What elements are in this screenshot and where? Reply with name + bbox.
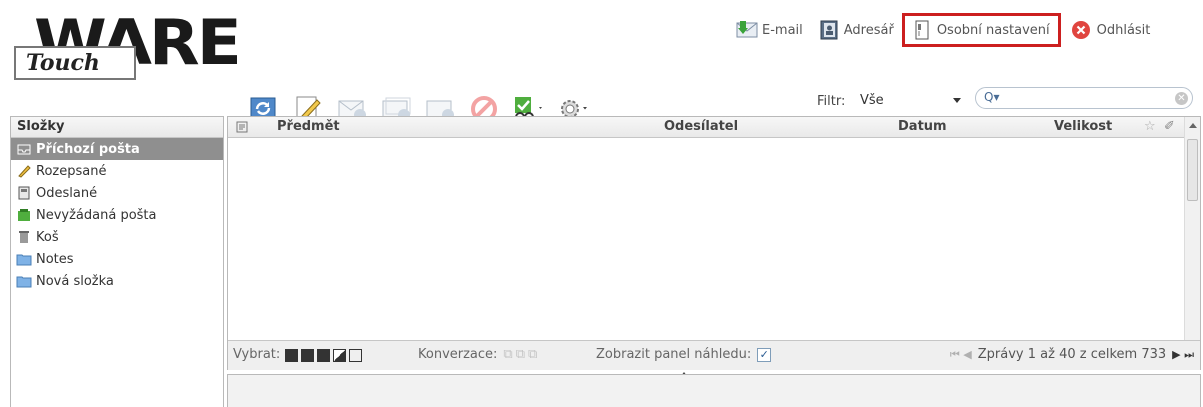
search-input[interactable]: Q▾ ✕ xyxy=(975,87,1193,109)
select-unread-icon[interactable] xyxy=(317,348,331,362)
folder-inbox[interactable]: Příchozí pošta xyxy=(11,138,223,160)
column-subject[interactable]: Předmět xyxy=(277,117,340,137)
filter-label: Filtr: xyxy=(817,94,846,109)
select-controls: Vybrat: xyxy=(233,341,365,369)
search-icon[interactable]: Q▾ xyxy=(984,90,999,104)
folder-label: Nevyžádaná pošta xyxy=(36,207,157,223)
scroll-thumb[interactable] xyxy=(1187,139,1198,201)
junk-icon xyxy=(16,208,32,222)
logo-touch-text: Touch xyxy=(14,46,136,80)
folder-notes[interactable]: Notes xyxy=(11,248,223,270)
personal-settings-link[interactable]: Osobní nastavení xyxy=(901,13,1061,47)
message-list-scrollbar[interactable] xyxy=(1184,117,1200,369)
personal-settings-icon xyxy=(911,20,933,40)
trash-icon xyxy=(16,230,32,244)
preview-label: Zobrazit panel náhledu: xyxy=(596,347,752,362)
select-invert-icon[interactable] xyxy=(333,348,347,362)
select-label: Vybrat: xyxy=(233,347,281,362)
folder-drafts[interactable]: Rozepsané xyxy=(11,160,223,182)
inbox-icon xyxy=(16,142,32,156)
folder-icon xyxy=(16,274,32,288)
first-prev-page-icon[interactable]: ⏮ ◀ xyxy=(950,341,972,369)
folder-label: Koš xyxy=(36,229,59,245)
address-book-link-label: Adresář xyxy=(843,22,894,38)
personal-settings-link-label: Osobní nastavení xyxy=(936,22,1050,38)
column-date[interactable]: Datum xyxy=(898,117,947,137)
folders-header: Složky xyxy=(11,117,223,138)
thread-toggle-icon[interactable] xyxy=(236,117,248,140)
folder-label: Odeslané xyxy=(36,185,98,201)
conversation-controls: Konverzace: ⧉⧉⧉ xyxy=(418,341,540,369)
pager: ⏮ ◀ Zprávy 1 až 40 z celkem 733 ▶ ⏭ xyxy=(950,341,1194,369)
email-link[interactable]: E-mail xyxy=(736,20,803,40)
preview-toggle: Zobrazit panel náhledu: ✓ xyxy=(596,341,772,369)
folders-panel: Složky Příchozí pošta Rozepsané Odeslané… xyxy=(10,116,224,407)
clear-search-icon[interactable]: ✕ xyxy=(1175,92,1188,105)
attachment-icon[interactable]: ✐ xyxy=(1164,117,1175,137)
logout-link[interactable]: Odhlásit xyxy=(1071,20,1151,40)
column-sender[interactable]: Odesílatel xyxy=(664,117,738,137)
address-book-link[interactable]: Adresář xyxy=(818,20,894,40)
filter-value: Vše xyxy=(860,93,884,108)
folder-label: Nová složka xyxy=(36,273,114,289)
column-size[interactable]: Velikost xyxy=(1054,117,1112,137)
pager-text: Zprávy 1 až 40 z celkem 733 xyxy=(977,347,1167,362)
logout-icon xyxy=(1071,20,1093,40)
select-none-icon[interactable] xyxy=(349,348,363,362)
folder-new-folder[interactable]: Nová složka xyxy=(11,270,223,292)
sent-icon xyxy=(16,186,32,200)
chevron-down-icon xyxy=(953,98,961,103)
splitter-handle[interactable] xyxy=(680,366,688,376)
logout-link-label: Odhlásit xyxy=(1096,22,1151,38)
scroll-up-icon[interactable] xyxy=(1189,123,1197,128)
folder-label: Notes xyxy=(36,251,74,267)
folder-label: Příchozí pošta xyxy=(36,141,140,157)
star-icon[interactable]: ☆ xyxy=(1144,117,1156,137)
preview-panel xyxy=(227,374,1201,407)
email-link-label: E-mail xyxy=(762,22,803,38)
message-list: Předmět Odesílatel Datum Velikost ☆ ✐ Vy… xyxy=(227,116,1201,370)
pencil-icon xyxy=(16,164,32,178)
conversation-label: Konverzace: xyxy=(418,347,498,362)
select-read-icon[interactable] xyxy=(301,348,315,362)
logo: WARE Touch xyxy=(14,6,242,86)
folder-sent[interactable]: Odeslané xyxy=(11,182,223,204)
address-book-icon xyxy=(818,20,840,40)
folder-junk[interactable]: Nevyžádaná pošta xyxy=(11,204,223,226)
select-all-icon[interactable] xyxy=(285,348,299,362)
filter-select[interactable]: Vše xyxy=(858,90,963,112)
next-last-page-icon[interactable]: ▶ ⏭ xyxy=(1172,341,1194,369)
message-list-statusbar: Vybrat: Konverzace: ⧉⧉⧉ Zobrazit panel n… xyxy=(228,340,1200,370)
email-download-icon xyxy=(736,20,758,40)
top-links: E-mail Adresář Osobní nastavení Odhlásit xyxy=(736,13,1165,47)
preview-checkbox[interactable]: ✓ xyxy=(757,348,772,362)
folder-trash[interactable]: Koš xyxy=(11,226,223,248)
folder-label: Rozepsané xyxy=(36,163,107,179)
message-list-header: Předmět Odesílatel Datum Velikost ☆ ✐ xyxy=(228,117,1200,138)
conversation-icons[interactable]: ⧉⧉⧉ xyxy=(503,341,540,369)
folder-icon xyxy=(16,252,32,266)
